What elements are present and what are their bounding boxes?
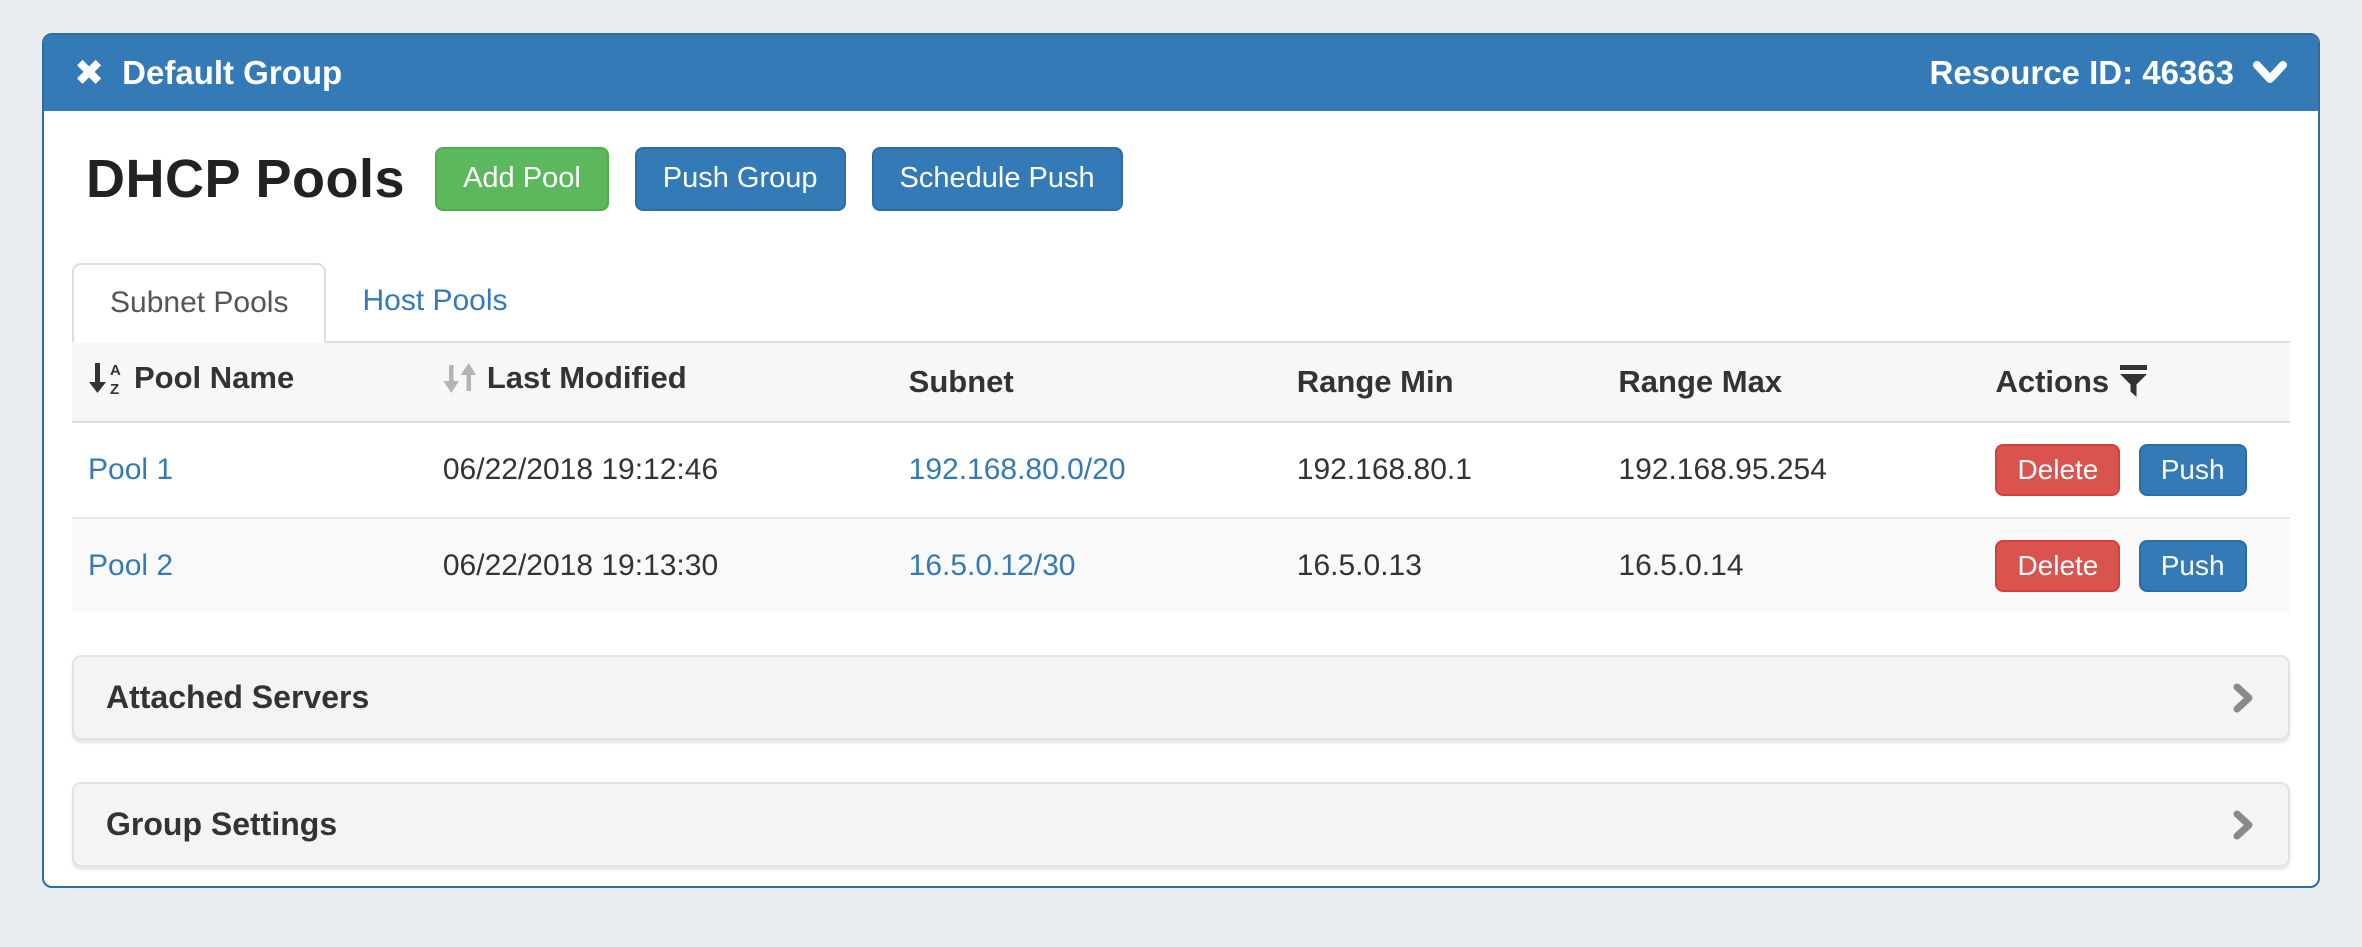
chevron-right-icon[interactable] <box>2230 682 2256 714</box>
subnet-link[interactable]: 16.5.0.12/30 <box>909 549 1076 582</box>
schedule-push-button[interactable]: Schedule Push <box>872 147 1123 211</box>
group-panel-body: DHCP Pools Add Pool Push Group Schedule … <box>44 111 2318 867</box>
group-panel-header: ✖ Default Group Resource ID: 46363 <box>44 35 2318 111</box>
table-row: Pool 1 06/22/2018 19:12:46 192.168.80.0/… <box>72 422 2290 518</box>
group-header-right[interactable]: Resource ID: 46363 <box>1930 54 2289 92</box>
tab-host-pools[interactable]: Host Pools <box>326 263 543 341</box>
column-label-subnet: Subnet <box>909 364 1014 399</box>
tab-subnet-pools[interactable]: Subnet Pools <box>72 263 326 343</box>
delete-button[interactable]: Delete <box>1995 540 2120 592</box>
group-header-left: ✖ Default Group <box>74 54 342 92</box>
subnet-pools-table: A Z Pool Name <box>72 343 2290 613</box>
table-header-row: A Z Pool Name <box>72 343 2290 422</box>
sort-updown-icon[interactable] <box>443 361 477 395</box>
resource-id-label: Resource ID: 46363 <box>1930 54 2235 92</box>
pool-tabs: Subnet Pools Host Pools <box>72 263 2290 343</box>
group-panel: ✖ Default Group Resource ID: 46363 DHCP … <box>42 33 2320 888</box>
column-header-range-min[interactable]: Range Min <box>1281 343 1603 422</box>
group-settings-title: Group Settings <box>106 806 337 843</box>
column-label-pool-name: Pool Name <box>134 360 294 396</box>
group-title: Default Group <box>122 54 342 92</box>
column-header-actions: Actions <box>1979 343 2290 422</box>
range-max-cell: 16.5.0.14 <box>1602 518 1979 613</box>
column-header-pool-name[interactable]: A Z Pool Name <box>72 343 427 422</box>
push-button[interactable]: Push <box>2139 540 2247 592</box>
attached-servers-panel[interactable]: Attached Servers <box>72 655 2290 740</box>
pool-name-link[interactable]: Pool 2 <box>88 549 173 582</box>
range-min-cell: 192.168.80.1 <box>1281 422 1603 518</box>
sort-alpha-asc-icon[interactable]: A Z <box>88 360 124 396</box>
filter-funnel-icon[interactable] <box>2119 365 2148 398</box>
group-settings-panel[interactable]: Group Settings <box>72 782 2290 867</box>
subnet-link[interactable]: 192.168.80.0/20 <box>909 453 1126 486</box>
pool-name-link[interactable]: Pool 1 <box>88 453 173 486</box>
chevron-down-icon[interactable] <box>2252 60 2288 86</box>
range-max-cell: 192.168.95.254 <box>1602 422 1979 518</box>
column-label-range-min: Range Min <box>1297 364 1454 399</box>
push-group-button[interactable]: Push Group <box>635 147 846 211</box>
column-header-range-max[interactable]: Range Max <box>1602 343 1979 422</box>
column-label-actions: Actions <box>1995 364 2109 400</box>
column-header-subnet[interactable]: Subnet <box>893 343 1281 422</box>
attached-servers-title: Attached Servers <box>106 679 369 716</box>
column-label-last-modified: Last Modified <box>487 360 687 396</box>
toolbar: DHCP Pools Add Pool Push Group Schedule … <box>86 147 2290 211</box>
table-row: Pool 2 06/22/2018 19:13:30 16.5.0.12/30 … <box>72 518 2290 613</box>
delete-button[interactable]: Delete <box>1995 444 2120 496</box>
close-icon[interactable]: ✖ <box>74 55 104 91</box>
last-modified-cell: 06/22/2018 19:13:30 <box>427 518 893 613</box>
chevron-right-icon[interactable] <box>2230 809 2256 841</box>
page-title: DHCP Pools <box>86 148 405 210</box>
push-button[interactable]: Push <box>2139 444 2247 496</box>
add-pool-button[interactable]: Add Pool <box>435 147 609 211</box>
last-modified-cell: 06/22/2018 19:12:46 <box>427 422 893 518</box>
column-header-last-modified[interactable]: Last Modified <box>427 343 893 422</box>
range-min-cell: 16.5.0.13 <box>1281 518 1603 613</box>
column-label-range-max: Range Max <box>1618 364 1782 399</box>
svg-text:A: A <box>110 362 121 379</box>
svg-text:Z: Z <box>110 381 119 396</box>
